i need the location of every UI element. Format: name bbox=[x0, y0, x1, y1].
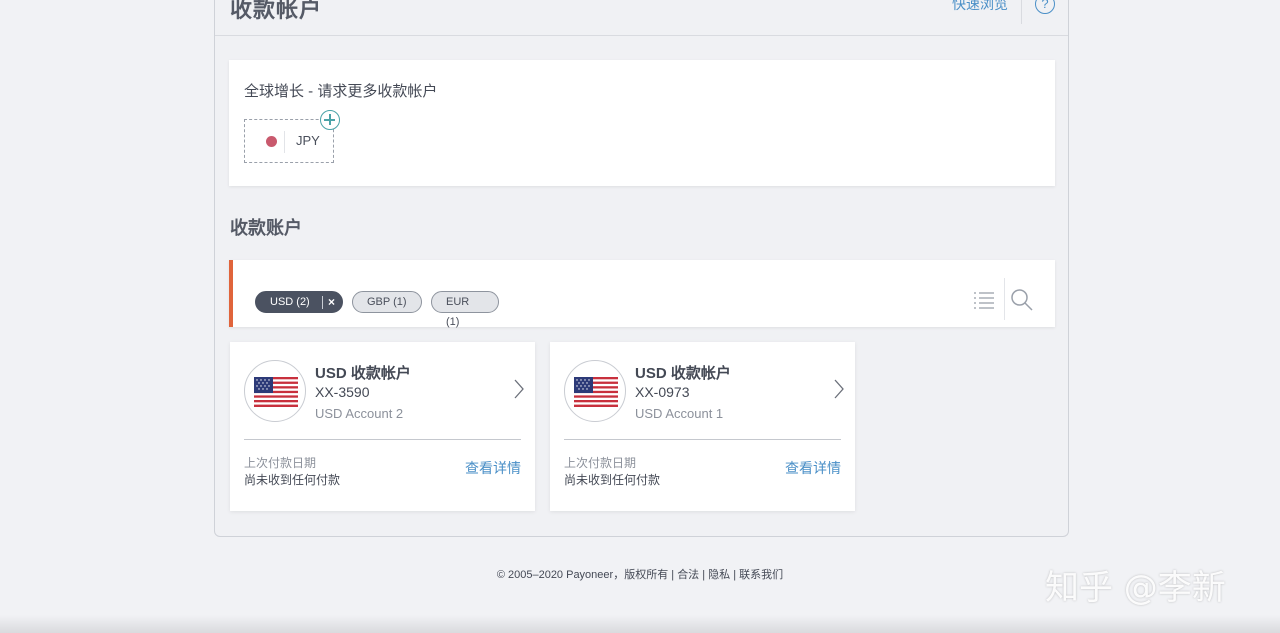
card-divider bbox=[564, 439, 841, 440]
page-header: 收款帐户 快速浏览 ? bbox=[215, 0, 1068, 36]
view-details-link[interactable]: 查看详情 bbox=[465, 458, 521, 478]
footer-link-privacy[interactable]: 隐私 bbox=[708, 569, 730, 581]
header-divider bbox=[1021, 0, 1022, 24]
account-name: USD Account 2 bbox=[315, 406, 404, 421]
receiving-accounts-title: 收款账户 bbox=[230, 218, 302, 238]
card-divider bbox=[244, 439, 521, 440]
global-growth-title: 全球增长 - 请求更多收款帐户 bbox=[244, 83, 438, 100]
filter-chip-gbp-label: GBP (1) bbox=[367, 296, 407, 308]
jpy-flag-icon bbox=[266, 136, 277, 147]
chevron-right-icon[interactable] bbox=[513, 379, 525, 399]
jpy-currency-chip[interactable]: JPY bbox=[244, 119, 334, 163]
account-number: XX-3590 bbox=[315, 384, 370, 400]
bottom-shadow bbox=[0, 615, 1280, 633]
account-card[interactable]: USD 收款帐户 XX-3590 USD Account 2 上次付款日期 尚未… bbox=[230, 342, 535, 511]
chip-divider bbox=[284, 131, 285, 153]
footer-link-legal[interactable]: 合法 bbox=[677, 569, 699, 581]
last-payment-value: 尚未收到任何付款 bbox=[244, 473, 341, 487]
us-flag-icon bbox=[564, 360, 626, 422]
last-payment-label: 上次付款日期 bbox=[564, 456, 637, 470]
chevron-right-icon[interactable] bbox=[833, 379, 845, 399]
account-name: USD Account 1 bbox=[635, 406, 724, 421]
account-title: USD 收款帐户 bbox=[315, 365, 411, 382]
filter-chip-gbp[interactable]: GBP (1) bbox=[352, 291, 422, 313]
view-details-link[interactable]: 查看详情 bbox=[785, 458, 841, 478]
filter-bar-divider bbox=[1004, 278, 1005, 320]
global-growth-card: 全球增长 - 请求更多收款帐户 JPY bbox=[229, 60, 1055, 186]
search-icon[interactable] bbox=[1009, 287, 1035, 313]
account-card[interactable]: USD 收款帐户 XX-0973 USD Account 1 上次付款日期 尚未… bbox=[550, 342, 855, 511]
filter-chip-usd[interactable]: USD (2) × bbox=[255, 291, 343, 313]
filter-chip-usd-label: USD (2) bbox=[270, 296, 310, 308]
last-payment-value: 尚未收到任何付款 bbox=[564, 473, 661, 487]
zhihu-watermark: 知乎 @李新 bbox=[1045, 568, 1226, 608]
account-number: XX-0973 bbox=[635, 384, 690, 400]
currency-filter-bar: USD (2) × GBP (1) EUR (1) bbox=[229, 260, 1055, 328]
last-payment-label: 上次付款日期 bbox=[244, 456, 317, 470]
page-title: 收款帐户 bbox=[230, 0, 323, 22]
us-flag-icon bbox=[244, 360, 306, 422]
account-title: USD 收款帐户 bbox=[635, 365, 731, 382]
quick-browse-link[interactable]: 快速浏览 bbox=[952, 0, 1008, 14]
help-icon[interactable]: ? bbox=[1035, 0, 1055, 14]
add-currency-icon[interactable] bbox=[320, 110, 340, 130]
filter-chip-eur[interactable]: EUR (1) bbox=[431, 291, 499, 328]
main-panel: 收款帐户 快速浏览 ? 全球增长 - 请求更多收款帐户 JPY 收款账户 USD… bbox=[214, 0, 1069, 537]
filter-chip-eur-label: EUR (1) bbox=[446, 296, 470, 328]
footer-copyright: © 2005–2020 Payoneer，版权所有 bbox=[496, 569, 669, 581]
remove-filter-icon[interactable]: × bbox=[328, 292, 335, 312]
jpy-label: JPY bbox=[296, 133, 320, 148]
chip-separator bbox=[322, 296, 323, 309]
footer-link-contact[interactable]: 联系我们 bbox=[739, 569, 783, 581]
list-view-icon[interactable] bbox=[973, 290, 995, 310]
